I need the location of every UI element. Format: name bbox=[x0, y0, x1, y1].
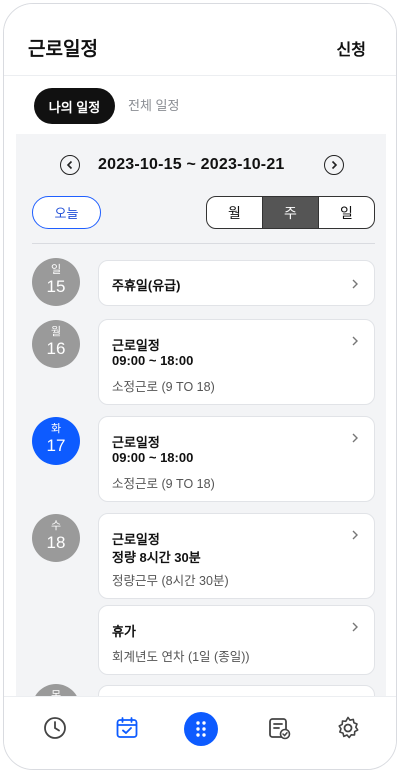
chevron-right-icon bbox=[352, 433, 358, 443]
day-number: 17 bbox=[46, 436, 66, 455]
schedule-card-holiday[interactable]: 주휴일(유급) bbox=[98, 260, 375, 306]
schedule-tabs: 나의 일정 전체 일정 bbox=[4, 76, 396, 134]
clock-icon bbox=[44, 717, 66, 739]
schedule-card-leave[interactable]: 휴가 회계년도 연차 (1일 (종일)) bbox=[98, 605, 375, 675]
nav-approval[interactable] bbox=[262, 711, 296, 745]
day-badge-wed: 수 18 bbox=[32, 514, 80, 562]
day-of-week: 일 bbox=[50, 264, 62, 276]
week-range: 2023-10-15 ~ 2023-10-21 bbox=[98, 156, 285, 173]
day-of-week: 수 bbox=[50, 520, 62, 532]
card-time: 정량 8시간 30분 bbox=[112, 550, 201, 565]
view-month-button[interactable]: 월 bbox=[207, 197, 262, 228]
card-detail: 정량근무 (8시간 30분) bbox=[112, 574, 229, 588]
document-check-icon bbox=[269, 718, 291, 740]
day-badge-thu: 목 19 bbox=[32, 684, 80, 696]
nav-menu-button[interactable] bbox=[184, 712, 218, 746]
day-of-week: 화 bbox=[50, 423, 62, 435]
tab-my-schedule[interactable]: 나의 일정 bbox=[34, 88, 115, 124]
view-week-button[interactable]: 주 bbox=[262, 197, 319, 228]
card-detail: 회계년도 연차 (1일 (종일)) bbox=[112, 650, 250, 664]
day-of-week: 월 bbox=[50, 326, 62, 338]
nav-schedule[interactable] bbox=[110, 711, 144, 745]
card-time: 09:00 ~ 18:00 bbox=[112, 450, 194, 465]
card-title: 근로일정 bbox=[112, 338, 160, 353]
nav-settings[interactable] bbox=[331, 711, 365, 745]
view-switcher: 월 주 일 bbox=[206, 196, 375, 229]
calendar-check-icon bbox=[116, 717, 138, 738]
app-frame: 근로일정 신청 나의 일정 전체 일정 2023-10-15 ~ 2023-10… bbox=[3, 3, 397, 770]
card-time: 09:00 ~ 18:00 bbox=[112, 353, 194, 368]
menu-dots-icon bbox=[196, 721, 206, 737]
schedule-card[interactable] bbox=[98, 685, 375, 696]
card-detail: 소정근로 (9 TO 18) bbox=[112, 380, 215, 394]
app-header: 근로일정 신청 bbox=[4, 4, 396, 76]
gear-icon bbox=[338, 716, 359, 739]
chevron-left-icon bbox=[66, 160, 73, 170]
day-badge-tue-today: 화 17 bbox=[32, 417, 80, 465]
week-navigator: 2023-10-15 ~ 2023-10-21 bbox=[16, 152, 386, 182]
chevron-right-icon bbox=[352, 622, 358, 632]
page-title: 근로일정 bbox=[28, 39, 98, 60]
card-title: 근로일정 bbox=[112, 435, 160, 450]
schedule-content: 2023-10-15 ~ 2023-10-21 오늘 월 주 일 일 15 주휴… bbox=[16, 134, 386, 696]
card-title: 주휴일(유급) bbox=[112, 278, 181, 293]
bottom-navigation bbox=[4, 696, 396, 769]
schedule-card-work[interactable]: 근로일정 09:00 ~ 18:00 소정근로 (9 TO 18) bbox=[98, 319, 375, 405]
day-badge-mon: 월 16 bbox=[32, 320, 80, 368]
card-title: 휴가 bbox=[112, 624, 136, 639]
nav-attendance[interactable] bbox=[38, 711, 72, 745]
card-title: 근로일정 bbox=[112, 532, 160, 547]
apply-button[interactable]: 신청 bbox=[337, 36, 366, 60]
chevron-right-icon bbox=[352, 336, 358, 346]
day-number: 18 bbox=[46, 533, 66, 552]
day-number: 15 bbox=[46, 277, 66, 296]
schedule-card-work[interactable]: 근로일정 정량 8시간 30분 정량근무 (8시간 30분) bbox=[98, 513, 375, 599]
today-button[interactable]: 오늘 bbox=[32, 196, 101, 229]
card-detail: 소정근로 (9 TO 18) bbox=[112, 477, 215, 491]
chevron-right-icon bbox=[352, 279, 358, 289]
view-day-button[interactable]: 일 bbox=[319, 197, 374, 228]
previous-week-button[interactable] bbox=[60, 155, 80, 175]
day-number: 16 bbox=[46, 339, 66, 358]
day-badge-sun: 일 15 bbox=[32, 258, 80, 306]
schedule-card-work[interactable]: 근로일정 09:00 ~ 18:00 소정근로 (9 TO 18) bbox=[98, 416, 375, 502]
tab-all-schedule[interactable]: 전체 일정 bbox=[128, 88, 179, 124]
next-week-button[interactable] bbox=[324, 155, 344, 175]
chevron-right-icon bbox=[331, 160, 338, 170]
divider bbox=[32, 243, 375, 244]
chevron-right-icon bbox=[352, 530, 358, 540]
